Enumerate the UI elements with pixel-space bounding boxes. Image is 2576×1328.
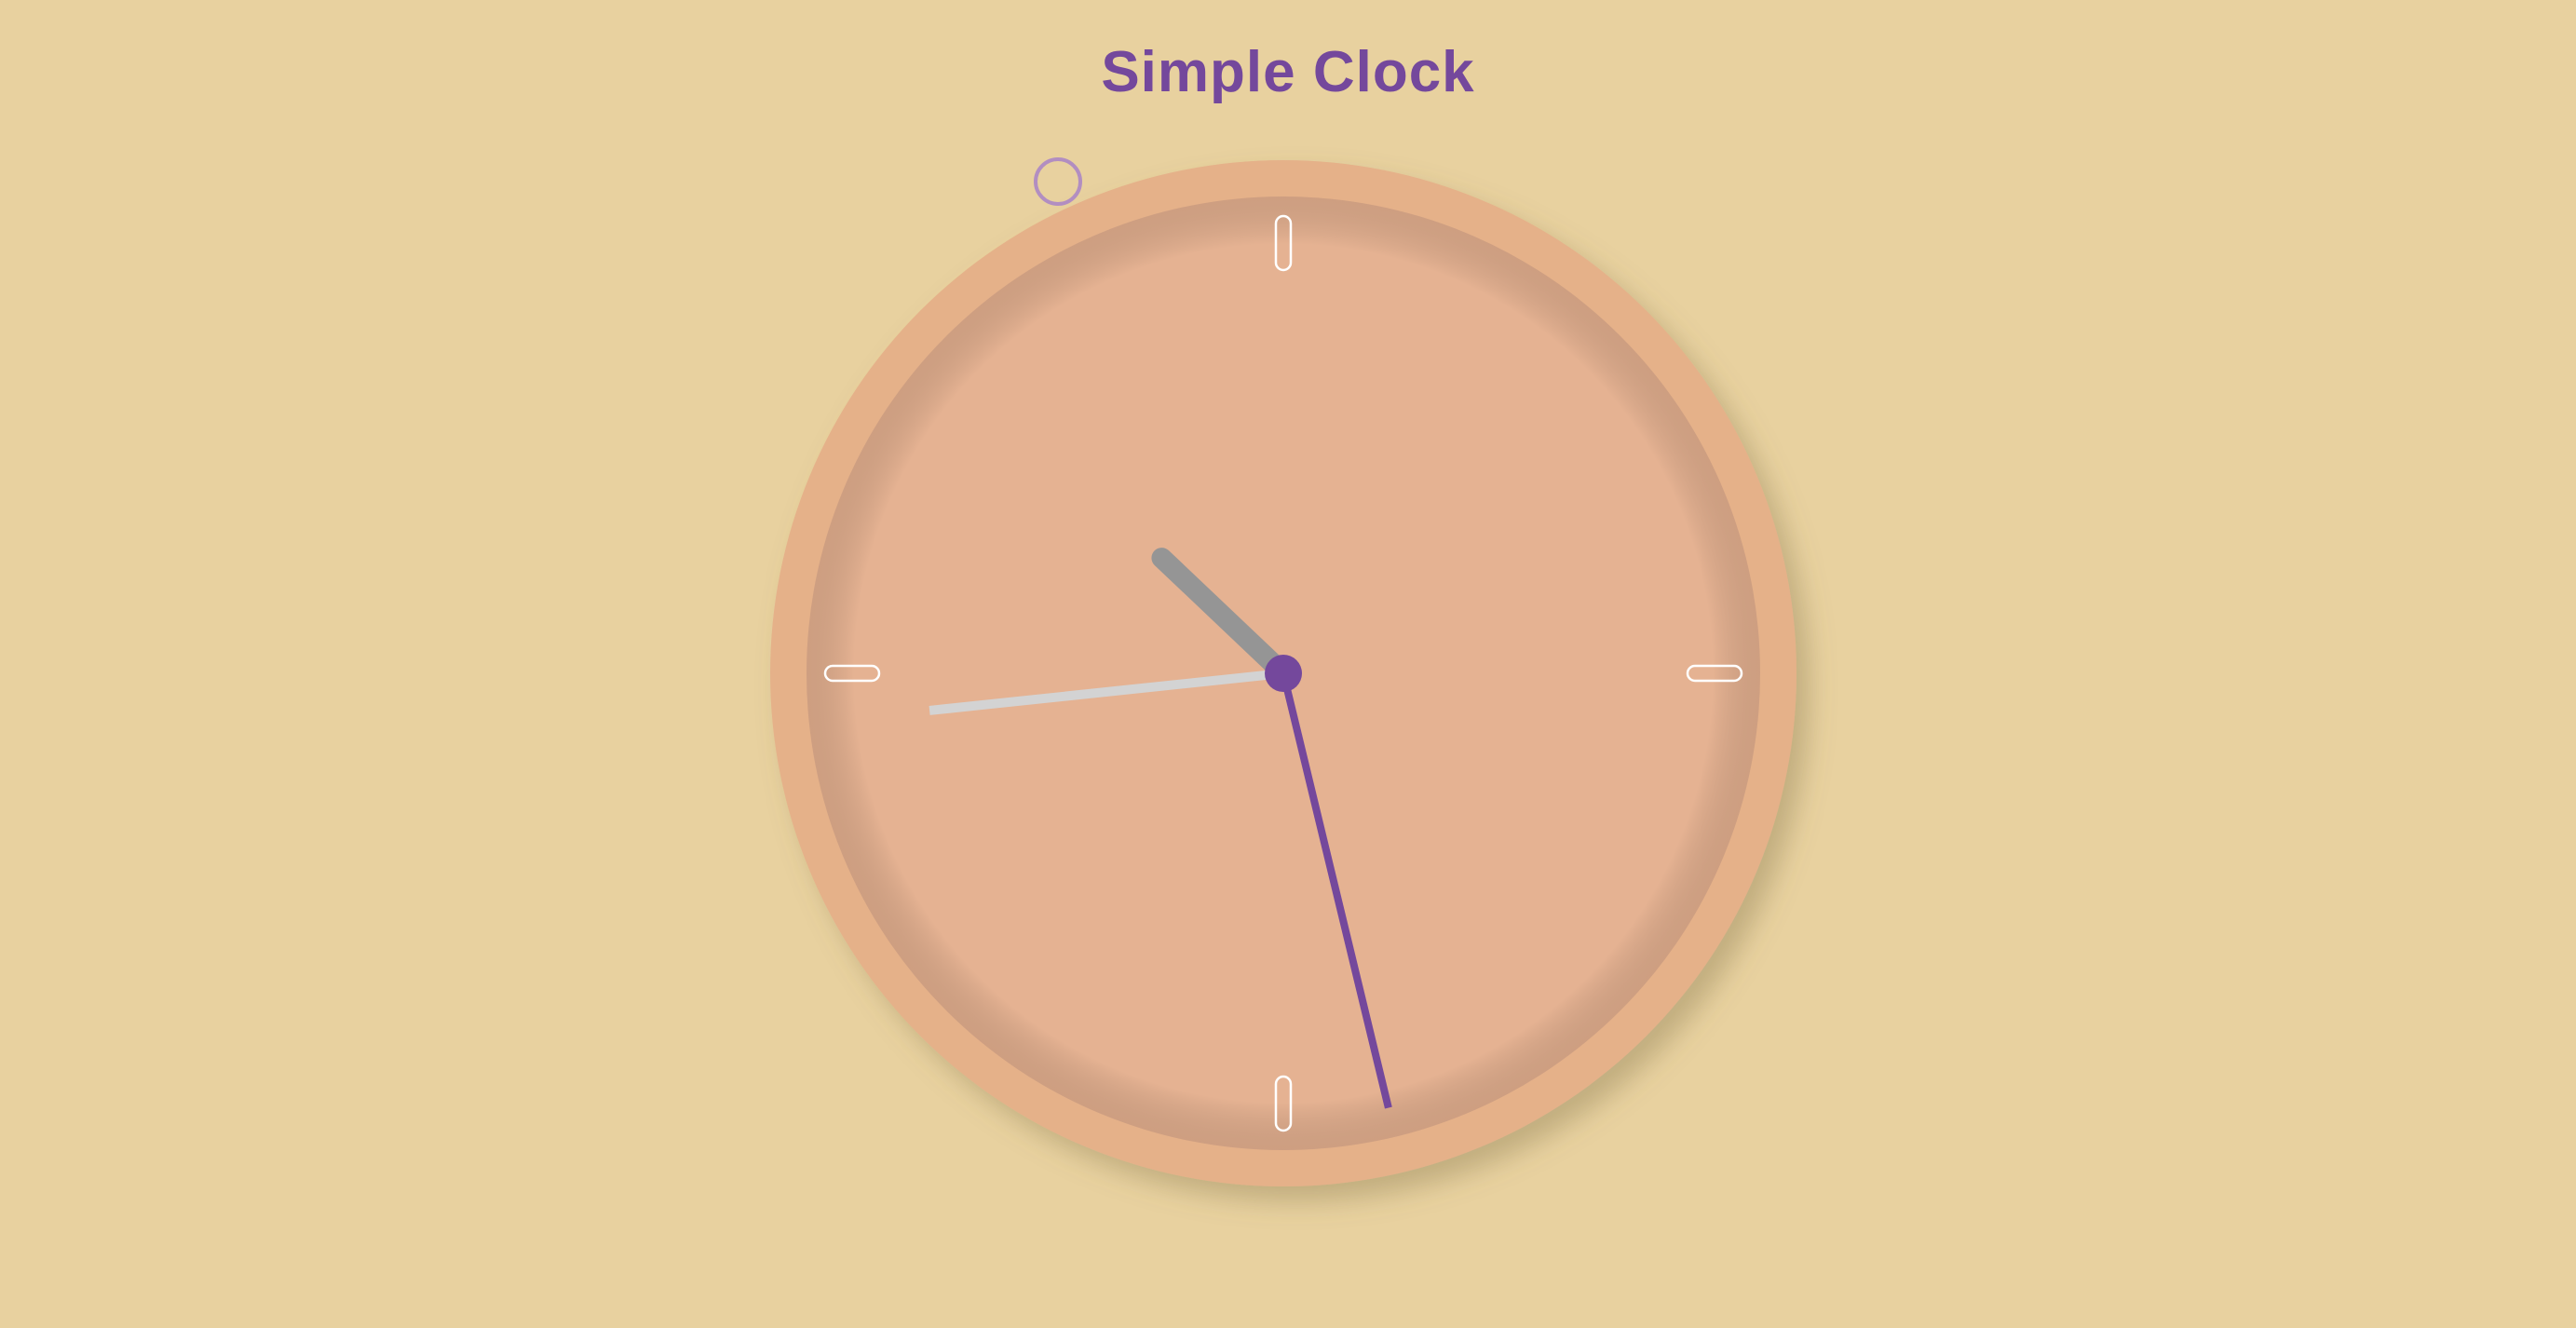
cursor-ring-icon [1034, 157, 1082, 206]
clock [770, 160, 1796, 1186]
center-cap [1265, 655, 1302, 692]
clock-page: Simple Clock [0, 0, 2576, 1328]
